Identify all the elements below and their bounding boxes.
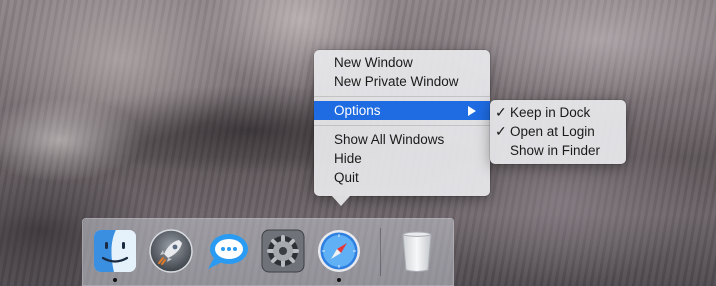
trash-icon bbox=[402, 231, 432, 272]
submenu-item-label: Open at Login bbox=[510, 124, 595, 139]
dock-app-finder[interactable] bbox=[92, 228, 138, 282]
menu-item-new-window[interactable]: New Window bbox=[314, 53, 490, 72]
menu-item-options[interactable]: Options bbox=[314, 101, 490, 120]
dock-app-trash[interactable] bbox=[394, 228, 440, 274]
menu-item-new-private-window[interactable]: New Private Window bbox=[314, 72, 490, 91]
dock-app-safari[interactable] bbox=[316, 228, 362, 282]
menu-item-hide[interactable]: Hide bbox=[314, 149, 490, 168]
options-submenu: ✓ Keep in Dock ✓ Open at Login Show in F… bbox=[490, 100, 626, 164]
running-indicator bbox=[113, 278, 117, 282]
submenu-item-show-in-finder[interactable]: Show in Finder bbox=[490, 141, 626, 160]
menu-item-options-label: Options bbox=[334, 103, 381, 118]
rocket-icon bbox=[149, 229, 193, 273]
checkmark-icon: ✓ bbox=[495, 123, 507, 139]
compass-icon bbox=[318, 230, 360, 272]
finder-icon bbox=[94, 230, 136, 272]
dock bbox=[82, 218, 454, 286]
menu-separator bbox=[314, 125, 490, 126]
menu-item-show-all-windows[interactable]: Show All Windows bbox=[314, 130, 490, 149]
menu-pointer bbox=[332, 196, 350, 206]
menu-separator bbox=[314, 96, 490, 97]
dock-app-messages[interactable] bbox=[204, 228, 250, 274]
submenu-item-label: Show in Finder bbox=[510, 143, 601, 158]
checkmark-icon: ✓ bbox=[495, 104, 507, 120]
dock-app-launchpad[interactable] bbox=[148, 228, 194, 274]
submenu-item-label: Keep in Dock bbox=[510, 105, 591, 120]
menu-item-quit[interactable]: Quit bbox=[314, 168, 490, 187]
running-indicator bbox=[337, 278, 341, 282]
dock-app-system-preferences[interactable] bbox=[260, 228, 306, 274]
submenu-item-open-at-login[interactable]: ✓ Open at Login bbox=[490, 122, 626, 141]
speech-bubble-icon bbox=[208, 234, 248, 269]
submenu-item-keep-in-dock[interactable]: ✓ Keep in Dock bbox=[490, 103, 626, 122]
dock-context-menu: New Window New Private Window Options Sh… bbox=[314, 50, 490, 196]
dock-divider bbox=[380, 228, 381, 276]
submenu-arrow-icon bbox=[468, 106, 476, 116]
gear-icon bbox=[261, 229, 305, 273]
